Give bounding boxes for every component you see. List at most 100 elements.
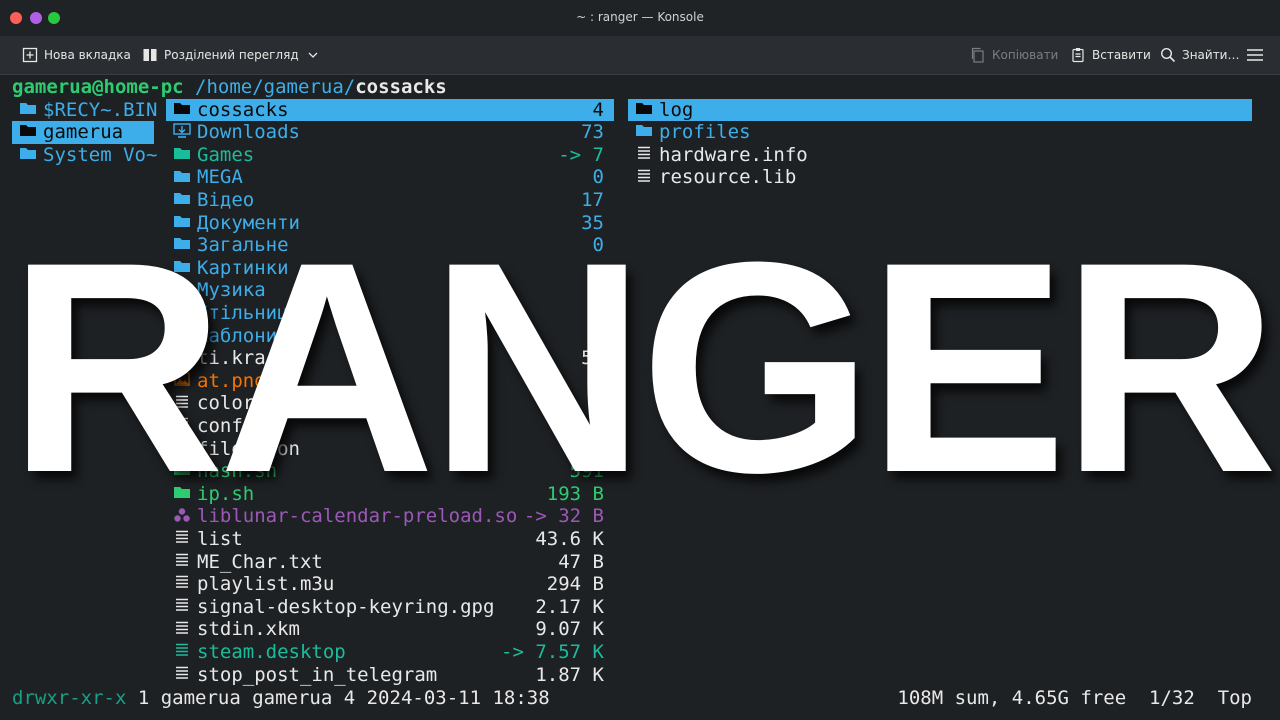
status-info: 1 gamerua gamerua 4 2024-03-11 18:38 (137, 687, 550, 709)
list-item[interactable]: MEGA 0 (166, 166, 614, 189)
list-item[interactable]: hardware.info (628, 144, 1252, 167)
list-item[interactable]: Музика (166, 279, 614, 302)
status-bar: drwxr-xr-x 1 gamerua gamerua 4 2024-03-1… (12, 687, 550, 710)
list-item[interactable]: signal-desktop-keyring.gpg 2.17 K (166, 596, 614, 619)
folder-icon (172, 280, 191, 303)
item-name: liblunar-calendar-preload.so (197, 505, 518, 528)
terminal-area[interactable]: gamerua@home-pc /home/gamerua/cossacks $… (0, 75, 1280, 720)
item-size: 4 (592, 98, 604, 121)
item-name: cossacks (197, 98, 289, 121)
folder-icon (172, 325, 191, 348)
split-view-label: Розділений перегляд (164, 48, 299, 62)
list-item[interactable]: playlist.m3u 294 B (166, 573, 614, 596)
list-item[interactable]: cossacks 4 (166, 98, 614, 122)
file-icon (172, 528, 191, 551)
status-summary: 108M sum, 4.65G free 1/32 Top (897, 687, 1252, 709)
folder-icon (172, 189, 191, 212)
item-name: gamerua (43, 121, 124, 144)
item-size: -> 7 (558, 143, 604, 166)
find-button[interactable]: Знайти… (1160, 45, 1239, 65)
item-name: Картинки (197, 256, 289, 279)
list-item[interactable]: liblunar-calendar-preload.so -> 32 B (166, 505, 614, 528)
item-name: signal-desktop-keyring.gpg (197, 595, 495, 618)
toolbar: Нова вкладка Розділений перегляд Копіюва… (0, 36, 1280, 75)
new-tab-icon (22, 47, 38, 63)
library-icon (172, 506, 191, 529)
item-size: 47 B (558, 550, 604, 573)
file-icon (172, 551, 191, 574)
item-name: colors (197, 392, 266, 415)
item-name: Відео (197, 189, 255, 211)
list-item[interactable]: Загальне 0 (166, 234, 614, 257)
window-title: ~ : ranger — Konsole (576, 10, 704, 24)
folder-icon (18, 144, 37, 167)
item-name: stop_post_in_telegram (197, 663, 438, 686)
list-item[interactable]: $RECY~.BIN (12, 99, 157, 122)
item-size: 2.8 (569, 437, 604, 460)
item-size: 294 B (546, 573, 604, 596)
file-icon (172, 415, 191, 438)
item-size: 56 (581, 347, 604, 370)
item-name: Downloads (197, 121, 300, 144)
item-name: Шаблони (197, 324, 278, 347)
item-size: -> 32 B (523, 505, 604, 528)
new-tab-button[interactable]: Нова вкладка (22, 45, 131, 65)
list-item[interactable]: ti.kra 56 (166, 347, 614, 370)
list-item[interactable]: Відео 17 (166, 189, 614, 212)
copy-button[interactable]: Копіювати (970, 45, 1058, 65)
item-size: 9.07 K (535, 618, 604, 641)
list-item[interactable]: list 43.6 K (166, 528, 614, 551)
paste-icon (1070, 47, 1086, 63)
item-size: 35 (581, 211, 604, 234)
list-item[interactable]: Картинки (166, 257, 614, 280)
item-size: 1.87 K (535, 663, 604, 686)
list-item[interactable]: stdin.xkm 9.07 K (166, 618, 614, 641)
list-item[interactable]: resource.lib (628, 166, 1252, 189)
list-item[interactable]: System Vo~ (12, 143, 158, 167)
hamburger-menu-button[interactable] (1246, 45, 1263, 65)
item-name: file.json (197, 437, 300, 460)
item-size: 0 (592, 234, 604, 257)
list-item[interactable]: Downloads 73 (166, 121, 614, 144)
file-icon (172, 619, 191, 642)
item-name: hardware.info (659, 143, 808, 166)
list-item[interactable]: hash.sh 591 (166, 460, 614, 483)
folder-icon (18, 99, 37, 122)
ranger-header: gamerua@home-pc /home/gamerua/cossacks (12, 76, 447, 99)
item-name: ME_Char.txt (197, 550, 323, 573)
list-item[interactable]: stop_post_in_telegram 1.87 K (166, 664, 614, 687)
chevron-down-icon (305, 47, 321, 63)
list-item[interactable]: at.png (166, 370, 614, 393)
item-name: Games (197, 143, 255, 166)
list-item[interactable]: gamerua (12, 121, 154, 144)
list-item[interactable]: config (166, 415, 614, 438)
item-name: Загальне (197, 234, 289, 257)
item-name: playlist.m3u (197, 573, 335, 596)
file-icon (172, 664, 191, 687)
list-item[interactable]: Шаблони (166, 325, 614, 348)
list-item[interactable]: Games -> 7 (166, 144, 614, 167)
list-item[interactable]: steam.desktop -> 7.57 K (166, 641, 614, 664)
user-host: gamerua@home-pc (12, 76, 184, 98)
item-name: System Vo~ (43, 143, 158, 166)
paste-button[interactable]: Вставити (1070, 45, 1151, 65)
item-size: 43.6 K (535, 528, 604, 550)
list-item[interactable]: file.json 2.8 (166, 438, 614, 461)
list-item[interactable]: Стільниця (166, 302, 614, 325)
find-label: Знайти… (1182, 48, 1240, 62)
item-size: 193 B (546, 482, 604, 505)
item-name: ti.kra (197, 347, 266, 370)
script-icon (172, 460, 191, 483)
status-permissions: drwxr-xr-x (12, 687, 127, 709)
copy-icon (970, 47, 986, 63)
list-item[interactable]: Документи 35 (166, 212, 614, 235)
item-name: MEGA (197, 166, 243, 189)
list-item[interactable]: colors (166, 392, 614, 415)
list-item[interactable]: log (628, 98, 1252, 122)
split-view-button[interactable]: Розділений перегляд (142, 45, 321, 65)
item-name: profiles (659, 121, 751, 144)
list-item[interactable]: ip.sh 193 B (166, 483, 614, 506)
file-icon (172, 596, 191, 619)
list-item[interactable]: ME_Char.txt 47 B (166, 551, 614, 574)
list-item[interactable]: profiles (628, 121, 1252, 144)
